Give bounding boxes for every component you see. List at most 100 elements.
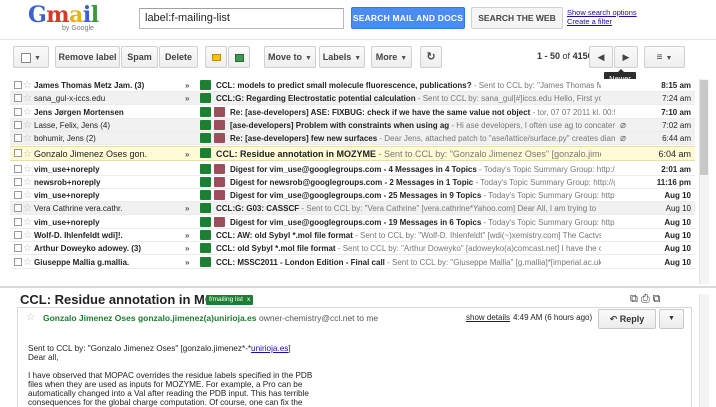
row-sender: sana_gul-x-iccs.edu [34, 94, 106, 104]
message-row[interactable]: ☆ newsrob+noreply Digest for newsrob@googl… [10, 175, 695, 189]
gmail-logo[interactable]: Gmail by Google [28, 3, 100, 35]
message-row[interactable]: ☆ Arthur Doweyko adowey. (3) » CCL: old Syb… [10, 242, 695, 256]
star-icon[interactable]: ☆ [23, 202, 32, 215]
labels-label: Labels [322, 52, 352, 62]
conversation-label-chip[interactable]: f/mailing list x [206, 295, 254, 305]
importance-marker-icon[interactable]: » [185, 202, 189, 215]
message-body: Sent to CCL by: "Gonzalo Jimenez Oses" [… [28, 344, 328, 407]
star-icon[interactable]: ☆ [23, 256, 32, 269]
message-row[interactable]: ☆ vim_use+noreply Digest for vim_use@googl… [10, 162, 695, 176]
star-icon[interactable]: ☆ [23, 119, 32, 132]
list-scrollbar-thumb[interactable] [700, 80, 708, 175]
label-color-chip [200, 203, 211, 214]
body-sent-by: Sent to CCL by: "Gonzalo Jimenez Oses" [… [28, 344, 252, 353]
star-icon[interactable]: ☆ [23, 189, 32, 202]
row-sender: Vera Cathrine vera.cathr. [34, 204, 123, 214]
message-row[interactable]: ☆ bohumir, Jens (2) Re: [ase-developers] f… [10, 132, 695, 146]
reply-arrow-icon: ↶ [609, 314, 618, 324]
star-icon[interactable]: ☆ [23, 176, 32, 189]
print-icon[interactable]: ⎙ [641, 293, 653, 305]
message-sender[interactable]: Gonzalo Jimenez Oses gonzalo.jimenez(a)u… [43, 313, 257, 323]
row-checkbox[interactable] [14, 81, 22, 89]
label-color-chip [200, 80, 211, 90]
message-row[interactable]: ☆ sana_gul-x-iccs.edu » CCL:G: Regarding El… [10, 92, 695, 106]
reply-more-button[interactable]: ▼ [659, 309, 684, 329]
row-subject-text: CCL: MSSC2011 - London Edition - Final c… [216, 257, 385, 267]
star-icon[interactable]: ☆ [23, 216, 32, 229]
search-links: Show search options Create a filter [567, 8, 637, 26]
settings-button[interactable]: ≡ ▼ [644, 46, 685, 68]
show-search-options-link[interactable]: Show search options [567, 8, 637, 17]
row-checkbox[interactable] [14, 257, 22, 266]
message-row[interactable]: ☆ Wolf-D. Ihlenfeldt wdi]!. » CCL: AW: old … [10, 229, 695, 242]
reply-button[interactable]: ↶ Reply [598, 309, 656, 329]
message-row[interactable]: ☆ vim_use+noreply Digest for vim_use@googl… [10, 189, 695, 203]
search-mail-button[interactable]: SEARCH MAIL AND DOCS [351, 7, 465, 29]
older-button[interactable]: ▶ [614, 46, 638, 68]
star-icon[interactable]: ☆ [23, 106, 32, 119]
star-icon[interactable]: ☆ [23, 92, 32, 105]
label-color-chip [200, 216, 211, 227]
importance-marker-icon[interactable]: » [185, 92, 189, 105]
star-icon[interactable]: ☆ [23, 163, 32, 176]
reply-label: Reply [619, 314, 645, 324]
pane-scrollbar[interactable] [699, 294, 709, 407]
star-icon[interactable]: ☆ [23, 229, 32, 242]
select-all-checkbox[interactable]: ▼ [13, 46, 49, 68]
row-checkbox[interactable] [14, 107, 22, 116]
row-checkbox[interactable] [14, 204, 22, 213]
message-row[interactable]: ☆ James Thomas Metz Jam. (3) » CCL: models … [10, 79, 695, 92]
search-web-button[interactable]: SEARCH THE WEB [471, 7, 563, 29]
star-icon[interactable]: ☆ [23, 79, 32, 92]
importance-marker-icon[interactable]: » [185, 256, 189, 269]
show-details-link[interactable]: show details [466, 313, 510, 322]
row-checkbox[interactable] [14, 134, 22, 143]
star-icon[interactable]: ☆ [23, 147, 32, 162]
toolbar: ▼ Remove label Spam Delete Move to ▼ Labe… [0, 46, 716, 70]
row-checkbox[interactable] [14, 177, 22, 186]
star-icon[interactable]: ☆ [23, 132, 32, 145]
row-checkbox[interactable] [14, 244, 22, 253]
row-checkbox[interactable] [14, 231, 22, 239]
header: Gmail by Google label:f-mailing-list SEA… [0, 0, 716, 40]
message-row[interactable]: ☆ vim_use+noreply Digest for vim_use@googl… [10, 215, 695, 229]
remove-label-icon[interactable]: x [247, 296, 250, 303]
row-checkbox[interactable] [14, 148, 22, 157]
message-row[interactable]: ☆ Lasse, Felix, Jens (4) [ase-developers] … [10, 118, 695, 132]
newer-button[interactable]: ◀ [589, 46, 613, 68]
importance-marker-icon[interactable]: » [185, 242, 189, 255]
importance-marker-icon[interactable]: » [185, 79, 189, 92]
row-checkbox[interactable] [14, 191, 22, 200]
spam-button[interactable]: Spam [121, 46, 158, 68]
mark-important-button[interactable] [205, 46, 227, 68]
expand-all-icon[interactable]: ⧉ [653, 293, 664, 305]
new-window-icon[interactable]: ⧉ [630, 293, 641, 305]
row-checkbox[interactable] [14, 217, 22, 226]
refresh-button[interactable]: ↻ [420, 46, 442, 68]
archive-button[interactable] [228, 46, 250, 68]
move-to-button[interactable]: Move to ▼ [264, 46, 316, 68]
star-icon[interactable]: ☆ [23, 242, 32, 255]
message-row[interactable]: ☆ Gonzalo Jimenez Oses gon. » CCL: Residue … [10, 145, 695, 162]
message-row[interactable]: ☆ Jens Jørgen Mortensen Re: [ase-developer… [10, 105, 695, 119]
body-domain-link[interactable]: unirioja.es [251, 344, 288, 353]
more-button[interactable]: More ▼ [371, 46, 412, 68]
row-subject: CCL:G: Regarding Electrostatic potential… [216, 92, 601, 105]
remove-label-button[interactable]: Remove label [55, 46, 120, 68]
create-filter-link[interactable]: Create a filter [567, 17, 637, 26]
search-input[interactable]: label:f-mailing-list [139, 8, 344, 29]
star-icon[interactable]: ☆ [26, 312, 35, 323]
label-color-chip [200, 147, 211, 158]
importance-marker-icon[interactable]: » [185, 229, 189, 242]
importance-marker-icon[interactable]: » [185, 147, 189, 162]
row-checkbox[interactable] [14, 120, 22, 129]
labels-button[interactable]: Labels ▼ [319, 46, 365, 68]
row-checkbox[interactable] [14, 164, 22, 173]
row-checkbox[interactable] [14, 94, 22, 103]
message-row[interactable]: ☆ Giuseppe Mallia g.mallia. » CCL: MSSC2011… [10, 255, 695, 269]
row-subject: CCL:G: G03: CASSCF - Sent to CCL by: "Ve… [216, 202, 601, 215]
delete-button[interactable]: Delete [159, 46, 198, 68]
row-subject: [ase-developers] Problem with constraint… [230, 119, 615, 132]
pane-divider[interactable] [0, 286, 716, 288]
message-row[interactable]: ☆ Vera Cathrine vera.cathr. » CCL:G: G03: C… [10, 202, 695, 216]
